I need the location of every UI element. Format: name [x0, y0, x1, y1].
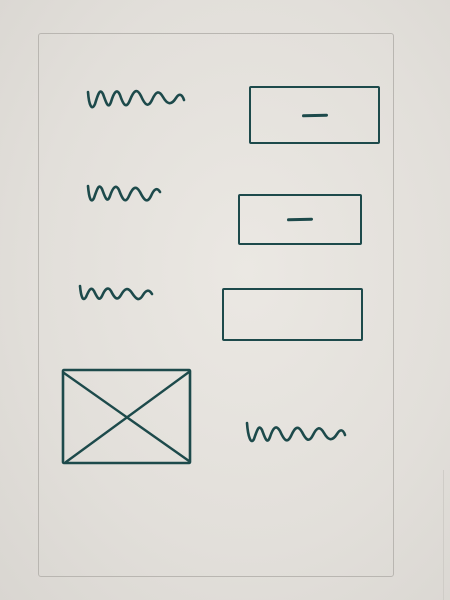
- text-field-2[interactable]: [238, 194, 362, 245]
- text-field-1[interactable]: [249, 86, 380, 144]
- caption-squiggle-icon: [245, 421, 347, 443]
- label-1-squiggle-icon: [86, 89, 186, 109]
- image-placeholder-icon: [61, 368, 192, 465]
- text-cursor-icon: [301, 113, 328, 117]
- page-edge: [443, 470, 444, 600]
- text-field-3[interactable]: [222, 288, 363, 341]
- image-placeholder: [60, 367, 193, 467]
- label-2-squiggle-icon: [86, 184, 162, 202]
- text-cursor-icon: [286, 217, 314, 222]
- label-3-squiggle-icon: [78, 284, 154, 301]
